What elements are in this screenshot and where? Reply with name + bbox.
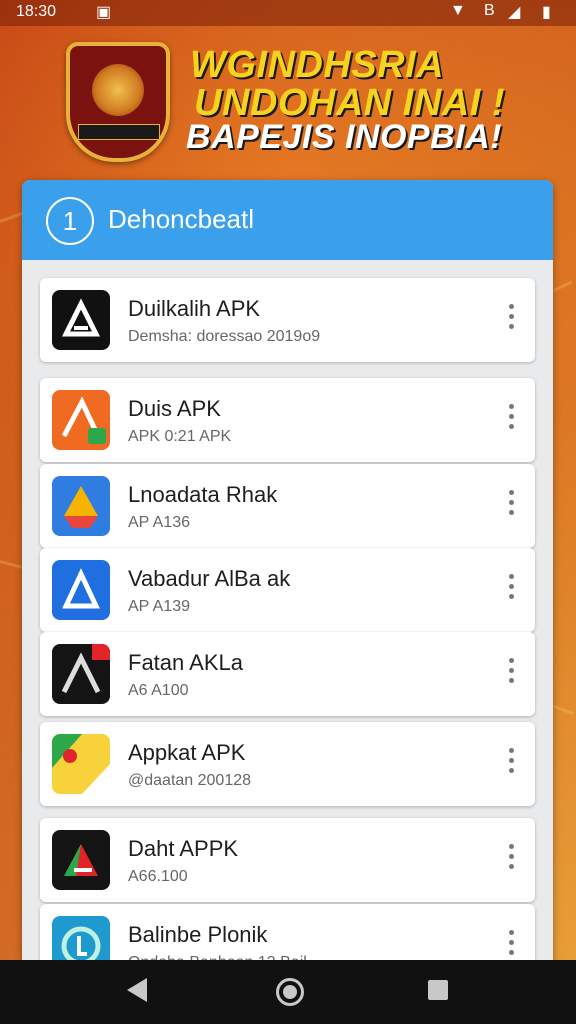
app-name: Balinbe Plonik	[128, 922, 268, 947]
status-time: 18:30	[16, 3, 57, 20]
navigation-bar	[0, 960, 576, 1024]
app-name: Appkat APK	[128, 740, 246, 765]
app-subtitle: AP A139	[128, 598, 190, 615]
app-name: Fatan AKLa	[128, 650, 243, 675]
logo-ribbon	[78, 124, 160, 140]
app-list-item[interactable]: Daht APPK A66.100	[40, 818, 535, 902]
signal-icon: ◢	[508, 4, 521, 21]
more-options-icon[interactable]	[507, 844, 515, 876]
logo-emblem	[92, 64, 144, 116]
step-number: 1	[46, 197, 94, 245]
app-subtitle: A6 A100	[128, 682, 189, 699]
panel-header: 1 Dehoncbeatl	[22, 180, 553, 260]
black-red-green-app-icon	[52, 830, 110, 890]
banner-headline-3: BAPEJIS INOPBIA!	[186, 118, 502, 156]
app-subtitle: APK 0:21 APK	[128, 428, 232, 445]
black-triangle-app-icon	[52, 290, 110, 350]
wifi-icon: ▼	[450, 2, 466, 19]
app-name: Duis APK	[128, 396, 221, 421]
more-options-icon[interactable]	[507, 490, 515, 522]
app-list-item[interactable]: Vabadur AlBa ak AP A139	[40, 548, 535, 632]
app-subtitle: @daatan 200128	[128, 772, 252, 789]
app-list-item[interactable]: Duilkalih APK Demsha: doressao 2019o9	[40, 278, 535, 362]
back-icon[interactable]	[127, 978, 147, 1002]
notification-icon: ▣	[96, 4, 112, 21]
more-options-icon[interactable]	[507, 304, 515, 336]
app-name: Duilkalih APK	[128, 296, 261, 321]
download-panel: 1 Dehoncbeatl Duilkalih APK Demsha: dore…	[22, 180, 553, 980]
club-logo	[66, 42, 170, 162]
more-options-icon[interactable]	[507, 748, 515, 780]
app-subtitle: AP A136	[128, 514, 190, 531]
more-options-icon[interactable]	[507, 404, 515, 436]
banner-headline-1: WGINDHSRIA	[190, 44, 445, 86]
app-name: Vabadur AlBa ak	[128, 566, 291, 591]
orange-app-icon	[52, 390, 110, 450]
app-list-item[interactable]: Appkat APK @daatan 200128	[40, 722, 535, 806]
app-list-item[interactable]: Fatan AKLa A6 A100	[40, 632, 535, 716]
app-list-item[interactable]: Lnoadata Rhak AP A136	[40, 464, 535, 548]
more-options-icon[interactable]	[507, 574, 515, 606]
recents-icon[interactable]	[428, 980, 448, 1000]
google-drive-like-icon	[52, 476, 110, 536]
blue-triangle-app-icon	[52, 560, 110, 620]
more-options-icon[interactable]	[507, 930, 515, 962]
battery-icon: ▮	[542, 4, 551, 21]
app-subtitle: Demsha: doressao 2019o9	[128, 328, 321, 345]
black-red-app-icon	[52, 644, 110, 704]
maps-like-icon	[52, 734, 110, 794]
app-name: Lnoadata Rhak	[128, 482, 278, 507]
app-name: Daht APPK	[128, 836, 239, 861]
signal-label: B	[484, 2, 495, 19]
app-list-item[interactable]: Duis APK APK 0:21 APK	[40, 378, 535, 462]
panel-title: Dehoncbeatl	[108, 204, 254, 234]
status-bar: 18:30 ▣ ▼ B ◢ ▮	[0, 0, 576, 26]
app-subtitle: A66.100	[128, 868, 188, 885]
home-icon[interactable]	[276, 978, 304, 1006]
more-options-icon[interactable]	[507, 658, 515, 690]
